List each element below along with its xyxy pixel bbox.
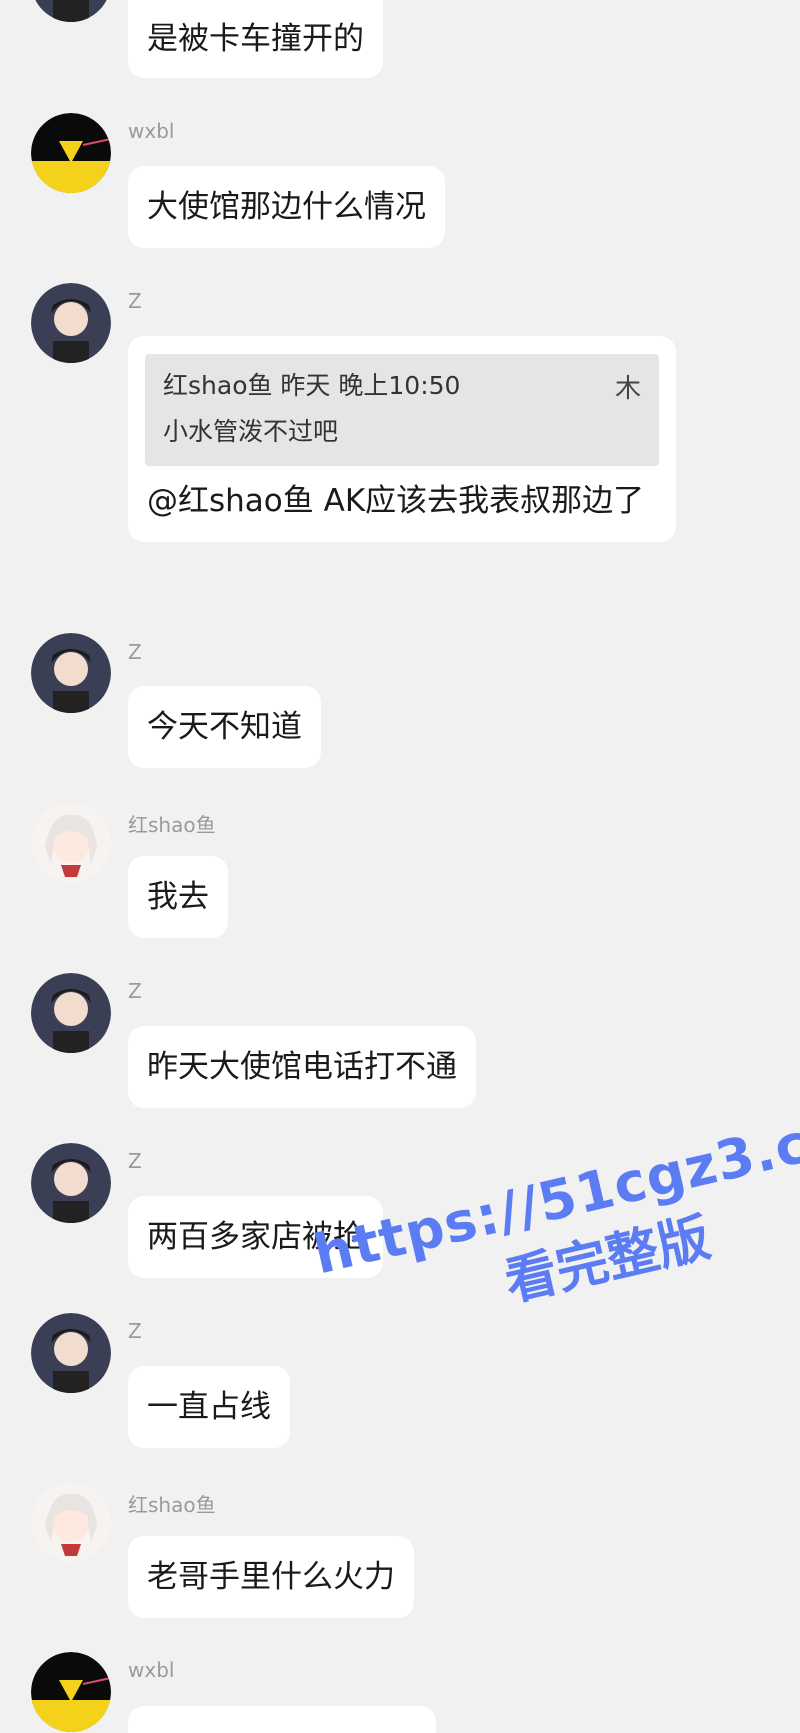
message-text: 大使馆那边什么情况 — [147, 189, 426, 225]
message-bubble[interactable] — [128, 1706, 436, 1733]
wxbl-avatar[interactable] — [31, 1652, 111, 1732]
message-bubble[interactable]: 红shao鱼 昨天 晚上10:50 小水管泼不过吧 ⽊ @红shao鱼 AK应该… — [128, 336, 676, 542]
quote-body: 小水管泼不过吧 — [163, 417, 339, 446]
hongshaoyu-avatar[interactable] — [31, 1482, 111, 1562]
message-text: 老哥手里什么火力 — [147, 1559, 395, 1595]
message-text: 昨天大使馆电话打不通 — [147, 1049, 457, 1085]
quote-header: 红shao鱼 昨天 晚上10:50 — [163, 371, 461, 400]
message-bubble[interactable]: 老哥手里什么火力 — [128, 1536, 414, 1618]
message-bubble[interactable]: 今天不知道 — [128, 686, 321, 768]
sender-name: Z — [128, 640, 142, 664]
message-bubble[interactable]: 我去 — [128, 856, 228, 938]
message-text: @红shao鱼 AK应该去我表叔那边了 — [147, 483, 645, 519]
message-text: 我去 — [147, 879, 209, 915]
message-bubble[interactable]: 昨天大使馆电话打不通 — [128, 1026, 476, 1108]
message-text: 今天不知道 — [147, 709, 302, 745]
sender-name: Z — [128, 1319, 142, 1343]
sender-name: wxbl — [128, 1658, 175, 1682]
message-text: 一直占线 — [147, 1389, 271, 1425]
wxbl-avatar[interactable] — [31, 113, 111, 193]
quoted-message[interactable]: 红shao鱼 昨天 晚上10:50 小水管泼不过吧 ⽊ — [145, 354, 659, 466]
z-avatar[interactable] — [31, 0, 111, 22]
close-icon[interactable]: ⽊ — [615, 368, 641, 410]
z-avatar[interactable] — [31, 1313, 111, 1393]
sender-name: Z — [128, 1149, 142, 1173]
message-bubble[interactable]: 大使馆那边什么情况 — [128, 166, 445, 248]
hongshaoyu-avatar[interactable] — [31, 803, 111, 883]
z-avatar[interactable] — [31, 633, 111, 713]
z-avatar[interactable] — [31, 1143, 111, 1223]
sender-name: wxbl — [128, 119, 175, 143]
message-text: 是被卡车撞开的 — [147, 21, 364, 57]
message-bubble[interactable]: 一直占线 — [128, 1366, 290, 1448]
sender-name: Z — [128, 979, 142, 1003]
message-bubble[interactable]: 是被卡车撞开的 — [128, 0, 383, 78]
sender-name: 红shao鱼 — [128, 1493, 216, 1517]
z-avatar[interactable] — [31, 283, 111, 363]
z-avatar[interactable] — [31, 973, 111, 1053]
sender-name: 红shao鱼 — [128, 813, 216, 837]
watermark: https://51cgz3.com 看完整版 — [308, 1090, 800, 1391]
sender-name: Z — [128, 289, 142, 313]
